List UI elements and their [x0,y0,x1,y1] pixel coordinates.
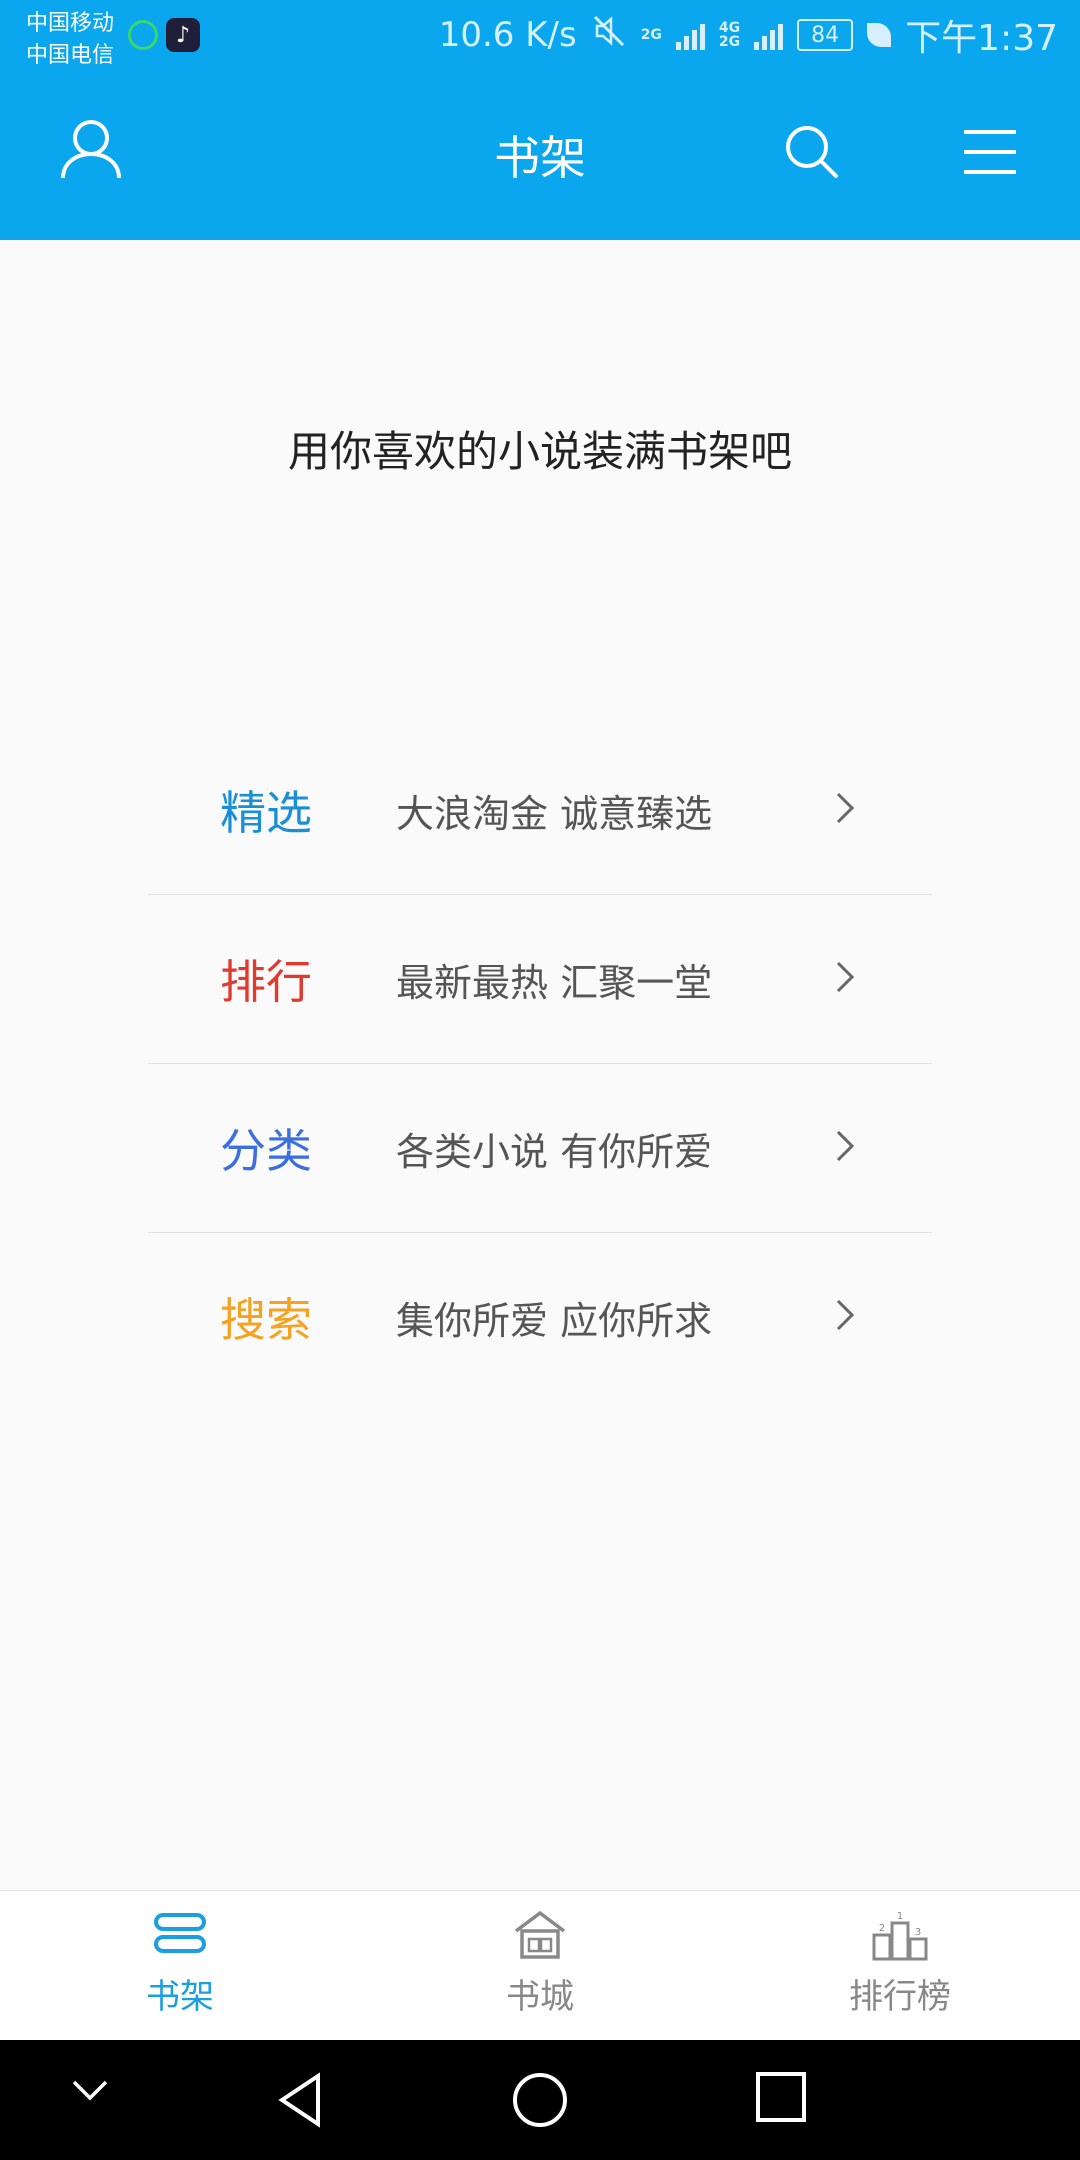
status-right: 10.6 K/s 2G 4G 2G 84 下午1:37 [439,10,1058,60]
tab-bookstore[interactable]: 书城 [440,1891,640,2041]
menu-icon[interactable] [962,128,1018,176]
feature-ranking[interactable]: 排行 最新最热 汇聚一堂 [148,895,932,1064]
feature-desc: 集你所爱 应你所求 [396,1298,713,1343]
chevron-right-icon [836,792,855,824]
svg-text:1: 1 [897,1911,903,1922]
bottom-tab-bar: 书架 书城 1 2 3 排行榜 [0,1890,1080,2041]
chevron-right-icon [836,1130,855,1162]
signal-icon [675,20,705,50]
clock: 下午1:37 [905,18,1058,59]
feature-title: 分类 [220,1124,312,1178]
status-app-icons: ♪ [128,18,200,52]
ranking-icon: 1 2 3 [872,1911,928,1961]
svg-text:3: 3 [915,1927,921,1938]
carrier-2: 中国电信 [26,43,115,68]
tab-bookshelf[interactable]: 书架 [80,1891,280,2041]
signal-icon-2 [754,20,784,50]
net-2g-label: 2G [640,27,662,43]
feature-category[interactable]: 分类 各类小说 有你所爱 [148,1064,932,1233]
feature-title: 排行 [220,955,312,1009]
notification-icon [128,20,158,50]
net-type-labels: 4G 2G [719,21,740,49]
carrier-1: 中国移动 [26,11,115,36]
bookstore-icon [514,1910,566,1959]
tiktok-icon: ♪ [166,18,200,52]
feature-search[interactable]: 搜索 集你所爱 应你所求 [148,1233,932,1401]
feature-desc: 大浪淘金 诚意臻选 [396,791,713,836]
mute-icon [591,13,627,58]
recents-icon[interactable] [754,2070,808,2124]
page-title: 书架 [494,131,586,185]
home-icon[interactable] [510,2070,570,2130]
system-nav-bar [0,2040,1080,2160]
leaf-icon [867,23,892,47]
net-speed: 10.6 K/s [438,15,577,55]
back-icon[interactable] [276,2070,326,2130]
tab-label: 排行榜 [849,1977,951,2017]
chevron-right-icon [836,961,855,993]
net-2g-b-label: 2G [718,34,741,50]
top-bar: 中国移动 中国电信 ♪ 10.6 K/s 2G 4G 2G 84 下午1:37 … [0,0,1080,240]
feature-desc: 各类小说 有你所爱 [396,1129,713,1174]
empty-shelf-message: 用你喜欢的小说装满书架吧 [287,427,792,476]
battery-indicator: 84 [797,19,854,51]
search-icon[interactable] [782,122,842,182]
carrier-info: 中国移动 中国电信 [26,8,114,72]
feature-list: 精选 大浪淘金 诚意臻选 排行 最新最热 汇聚一堂 分类 各类小说 有你所爱 搜… [148,726,932,1401]
collapse-icon[interactable] [70,2070,110,2110]
feature-title: 搜索 [220,1293,312,1347]
chevron-right-icon [836,1299,855,1331]
feature-featured[interactable]: 精选 大浪淘金 诚意臻选 [148,726,932,895]
tab-label: 书城 [506,1977,574,2017]
feature-desc: 最新最热 汇聚一堂 [396,960,713,1005]
tab-ranking[interactable]: 1 2 3 排行榜 [800,1891,1000,2041]
tab-label: 书架 [146,1977,214,2017]
feature-title: 精选 [220,786,312,840]
svg-text:2: 2 [879,1923,885,1934]
bookshelf-icon [154,1913,206,1953]
